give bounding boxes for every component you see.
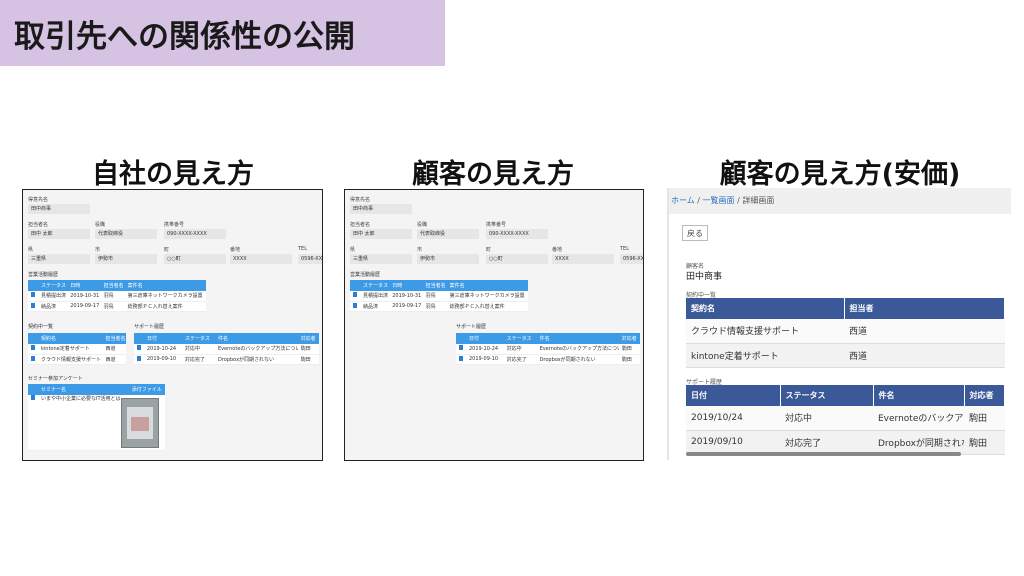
town-field[interactable]: ○○町 [486, 254, 548, 264]
tel-field[interactable]: 0596-XX [620, 254, 643, 264]
contract-table: 契約名 担当者 クラウド情報支援サポート 西道 kintone定着サポート 西道 [686, 298, 1005, 368]
table-row[interactable]: 納品済 2019-09-17 羽鳥 総務部ＰＣ入れ替え案件 [350, 301, 528, 312]
document-icon[interactable] [137, 355, 141, 361]
document-icon[interactable] [31, 345, 35, 351]
breadcrumb: ホーム / 一覧画面 / 詳細画面 [669, 188, 1011, 214]
client-name: 田中商事 [686, 272, 723, 282]
client-name-label: 得意先名 [28, 197, 49, 203]
title-field[interactable]: 代表取締役 [95, 229, 157, 239]
table-row[interactable]: クラウド情報支援サポート 西道 [28, 354, 126, 365]
title-field[interactable]: 代表取締役 [417, 229, 479, 239]
town-label: 町 [486, 247, 492, 253]
city-label: 市 [417, 247, 423, 253]
own-view-frame: 得意先名 田中商事 担当者名 田中 太郎 役職 代表取締役 携帯番号 090-X… [22, 189, 323, 461]
support-table: 日付ステータス件名対応者 2019/10/24対応中Evernoteのバックアッ… [686, 385, 1005, 455]
sales-heading: 営業活動履歴 [28, 272, 59, 278]
support-heading: サポート履歴 [456, 324, 487, 330]
table-row[interactable]: 2019-09-10 対応完了 Dropboxが同期されない 駒田 [134, 354, 319, 365]
table-row[interactable]: 2019-09-10 対応完了 Dropboxが同期されない 駒田 [456, 354, 640, 365]
table-row[interactable]: 2019/09/10対応完了Dropboxが同期されない駒田 [686, 430, 1005, 455]
table-row[interactable]: kintone定着サポート 西道 [686, 343, 1005, 368]
person-label: 担当者名 [350, 222, 371, 228]
person-label: 担当者名 [28, 222, 49, 228]
contract-table: 契約名 担当者名 kintone定着サポート 西道 クラウド情報支援サポート 西道 [28, 333, 126, 365]
support-table: 日付 ステータス 件名 対応者 2019-10-24 対応中 Evernoteのバックアッ… [456, 333, 640, 365]
sales-table: ステータス 日時 担当者名 案件名 見積提出済 2019-10-31 羽鳥 第三倉庫ネットワ… [350, 280, 528, 312]
document-icon[interactable] [31, 395, 35, 400]
back-button[interactable]: 戻る [682, 225, 708, 241]
pref-field[interactable]: 三重県 [350, 254, 412, 264]
mobile-field[interactable]: 090-XXXX-XXXX [164, 229, 226, 239]
document-icon[interactable] [31, 292, 35, 298]
breadcrumb-current: 詳細画面 [742, 196, 775, 205]
client-name-field[interactable]: 田中商事 [350, 204, 412, 214]
breadcrumb-list-link[interactable]: 一覧画面 [703, 196, 735, 205]
table-row[interactable]: kintone定着サポート 西道 [28, 344, 126, 355]
seminar-heading: セミナー参加アンケート [28, 376, 83, 382]
city-label: 市 [95, 247, 101, 253]
slide-title-band: 取引先への関係性の公開 [0, 0, 445, 66]
document-icon[interactable] [353, 302, 357, 308]
sales-heading: 営業活動履歴 [350, 272, 381, 278]
document-icon[interactable] [353, 292, 357, 298]
panel-label-own: 自社の見え方 [92, 159, 254, 190]
mobile-label: 携帯番号 [164, 222, 185, 228]
slide-title: 取引先への関係性の公開 [14, 18, 355, 55]
town-field[interactable]: ○○町 [164, 254, 226, 264]
addr-field[interactable]: XXXX [230, 254, 292, 264]
horizontal-scrollbar[interactable] [686, 452, 961, 456]
breadcrumb-home-link[interactable]: ホーム [671, 196, 695, 205]
table-row[interactable]: クラウド情報支援サポート 西道 [686, 319, 1005, 344]
title-label: 役職 [95, 222, 106, 228]
document-icon[interactable] [31, 302, 35, 308]
customer-view-frame: 得意先名 田中商事 担当者名 田中 太郎 役職 代表取締役 携帯番号 090-X… [344, 189, 644, 461]
attachment-thumbnail[interactable] [121, 398, 159, 448]
table-row[interactable]: 2019-10-24 対応中 Evernoteのバックアップ方法について 駒田 [134, 344, 319, 355]
addr-label: 番地 [230, 247, 241, 253]
person-field[interactable]: 田中 太郎 [350, 229, 412, 239]
table-row[interactable]: 見積提出済 2019-10-31 羽鳥 第三倉庫ネットワークカメラ設置 [28, 291, 206, 302]
pref-label: 県 [350, 247, 356, 253]
addr-label: 番地 [552, 247, 563, 253]
client-name-label: 得意先名 [350, 197, 371, 203]
city-field[interactable]: 伊勢市 [95, 254, 157, 264]
document-icon[interactable] [31, 355, 35, 361]
person-field[interactable]: 田中 太郎 [28, 229, 90, 239]
pref-field[interactable]: 三重県 [28, 254, 90, 264]
panel-label-customer-cheap: 顧客の見え方(安価) [719, 159, 961, 190]
contract-heading: 契約中一覧 [28, 324, 54, 330]
support-table: 日付 ステータス 件名 対応者 2019-10-24 対応中 Evernoteのバックアッ… [134, 333, 319, 365]
table-row[interactable]: 納品済 2019-09-17 羽鳥 総務部ＰＣ入れ替え案件 [28, 301, 206, 312]
city-field[interactable]: 伊勢市 [417, 254, 479, 264]
panel-label-customer: 顧客の見え方 [412, 159, 574, 190]
tel-label: TEL [298, 246, 307, 252]
mobile-field[interactable]: 090-XXXX-XXXX [486, 229, 548, 239]
support-heading: サポート履歴 [134, 324, 165, 330]
title-label: 役職 [417, 222, 428, 228]
tel-label: TEL [620, 246, 629, 252]
town-label: 町 [164, 247, 170, 253]
sales-table: ステータス 日時 担当者名 案件名 見積提出済 2019-10-31 羽鳥 第三倉庫ネットワ… [28, 280, 206, 312]
table-row[interactable]: 見積提出済 2019-10-31 羽鳥 第三倉庫ネットワークカメラ設置 [350, 291, 528, 302]
customer-cheap-view-frame: ホーム / 一覧画面 / 詳細画面 戻る 顧客名 田中商事 契約中一覧 契約名担… [667, 188, 1011, 460]
tel-field[interactable]: 0596-XX [298, 254, 322, 264]
document-icon[interactable] [137, 345, 141, 351]
document-icon[interactable] [459, 355, 463, 361]
document-icon[interactable] [459, 345, 463, 351]
table-row[interactable]: 2019-10-24 対応中 Evernoteのバックアップ方法について 駒田 [456, 344, 640, 355]
mobile-label: 携帯番号 [486, 222, 507, 228]
addr-field[interactable]: XXXX [552, 254, 614, 264]
pref-label: 県 [28, 247, 34, 253]
table-row[interactable]: 2019/10/24対応中Evernoteのバックアップ駒田 [686, 406, 1005, 431]
client-name-field[interactable]: 田中商事 [28, 204, 90, 214]
